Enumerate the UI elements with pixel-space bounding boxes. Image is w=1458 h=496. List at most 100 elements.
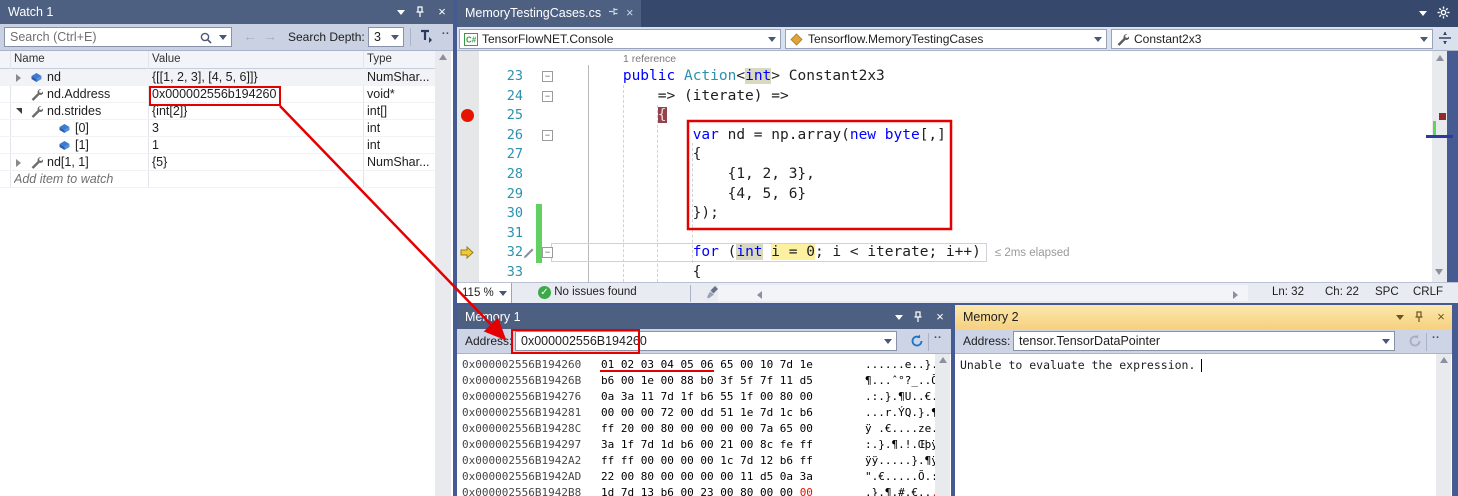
code-line-28[interactable]: {1, 2, 3}, (553, 165, 815, 185)
search-back-icon[interactable]: ← (243, 28, 257, 44)
search-depth-label: Search Depth: (288, 30, 365, 44)
memory-ascii: ÿÿ.....}.¶ÿ (865, 453, 938, 469)
collapse-box-icon[interactable]: − (542, 71, 553, 82)
memory2-scrollbar[interactable] (1436, 354, 1451, 496)
collapse-box-icon[interactable]: − (542, 247, 553, 258)
close-icon[interactable]: × (1434, 310, 1448, 324)
column-value[interactable]: Value (152, 53, 181, 65)
method-wrench-icon (1116, 33, 1130, 45)
editor-statusbar: 115 % ✓ No issues found Ln: 32 Ch: 22 SP… (457, 282, 1458, 303)
memory-address: 0x000002556B1942B8 (462, 485, 581, 496)
editor-scrollbar[interactable] (1432, 51, 1447, 282)
format-specifier-icon[interactable] (417, 28, 435, 49)
watch-row--0-[interactable]: [0]3int (0, 120, 437, 137)
collapse-box-icon[interactable]: − (542, 91, 553, 102)
watch-value: 3 (152, 121, 159, 135)
watch-row-nd-address[interactable]: nd.Address0x000002556b194260void* (0, 86, 437, 103)
search-depth-select[interactable]: 3 (368, 27, 404, 47)
expand-icon[interactable] (16, 74, 21, 82)
member-dropdown[interactable]: Constant2x3 (1111, 29, 1433, 49)
codelens-references[interactable]: 1 reference (623, 53, 676, 65)
tab-close-icon[interactable]: × (626, 0, 633, 27)
code-line-30[interactable]: }); (553, 204, 719, 224)
address-label: Address: (963, 334, 1010, 348)
status-spaces[interactable]: SPC (1375, 286, 1399, 298)
editor-navbar: C# TensorFlowNET.Console Tensorflow.Memo… (457, 27, 1458, 51)
watch-row-nd-1-1-[interactable]: nd[1, 1]{5}NumShar... (0, 154, 437, 171)
pin-icon[interactable] (911, 310, 925, 324)
memory1-titlebar[interactable]: Memory 1 × (457, 305, 951, 329)
memory1-address-input[interactable]: 0x000002556B194260 (515, 331, 897, 351)
add-watch-row[interactable]: Add item to watch (0, 171, 437, 188)
code-line-33[interactable]: { (553, 263, 701, 282)
issues-indicator[interactable]: ✓ No issues found (538, 286, 637, 299)
expand-icon[interactable] (16, 159, 21, 167)
memory-hex-bytes: ff 20 00 80 00 00 00 00 7a 65 00 (601, 421, 813, 437)
collapse-box-icon[interactable]: − (542, 130, 553, 141)
memory2-content[interactable]: Unable to evaluate the expression. (955, 354, 1452, 496)
search-input[interactable]: Search (Ctrl+E) (4, 27, 232, 47)
scroll-down-icon[interactable] (1435, 269, 1443, 275)
close-icon[interactable]: × (933, 310, 947, 324)
status-eol[interactable]: CRLF (1413, 286, 1443, 298)
current-statement-arrow-icon (460, 246, 474, 263)
perftip[interactable]: ≤ 2ms elapsed (995, 247, 1070, 259)
toolbar-overflow-icon[interactable]: .. (442, 25, 450, 37)
type-dropdown[interactable]: Tensorflow.MemoryTestingCases (785, 29, 1107, 49)
code-line-24[interactable]: => (iterate) => (553, 87, 789, 107)
tab-list-caret-icon[interactable] (1419, 11, 1427, 16)
status-column[interactable]: Ch: 22 (1325, 286, 1359, 298)
split-window-icon[interactable] (1438, 31, 1452, 48)
class-icon (790, 33, 804, 45)
scroll-left-icon[interactable] (757, 291, 762, 299)
pin-icon[interactable] (1412, 310, 1426, 324)
memory-address: 0x000002556B194297 (462, 437, 581, 453)
toolbar-overflow-icon[interactable]: .. (1432, 329, 1440, 341)
memory2-titlebar[interactable]: Memory 2 × (955, 305, 1452, 329)
status-line[interactable]: Ln: 32 (1272, 286, 1304, 298)
memory1-scrollbar[interactable] (935, 354, 950, 496)
search-icon[interactable] (199, 31, 213, 47)
watch-grid-header[interactable]: Name Value Type (0, 51, 437, 69)
code-area[interactable]: 1 reference public Action<int> Constant2… (457, 51, 1447, 282)
project-dropdown[interactable]: C# TensorFlowNET.Console (459, 29, 781, 49)
refresh-icon[interactable] (909, 333, 925, 349)
memory1-content[interactable]: 0x000002556B19426001 02 03 04 05 06 65 0… (457, 354, 951, 496)
code-line-27[interactable]: { (553, 145, 701, 165)
code-line-25[interactable]: { (553, 106, 667, 126)
watch-rows: nd{[[1, 2, 3], [4, 5, 6]]}NumShar...nd.A… (0, 69, 437, 171)
horizontal-scrollbar[interactable] (718, 285, 1248, 301)
pin-icon[interactable] (413, 5, 427, 19)
scroll-up-icon[interactable] (439, 54, 447, 60)
collapse-icon[interactable] (16, 108, 22, 114)
code-line-26[interactable]: var nd = np.array(new byte[,] (553, 126, 946, 146)
property-icon (30, 156, 43, 169)
memory2-address-input[interactable]: tensor.TensorDataPointer (1013, 331, 1395, 351)
line-number-28: 28 (479, 165, 523, 185)
watch-row--1-[interactable]: [1]1int (0, 137, 437, 154)
watch-row-nd-strides[interactable]: nd.strides{int[2]}int[] (0, 103, 437, 120)
column-name[interactable]: Name (14, 53, 45, 65)
search-forward-icon[interactable]: → (263, 28, 277, 44)
watch-value: 0x000002556b194260 (152, 87, 276, 101)
editor-options-gear-icon[interactable] (1437, 6, 1450, 22)
close-icon[interactable]: × (435, 5, 449, 19)
window-position-icon[interactable] (895, 315, 903, 320)
memory2-message: Unable to evaluate the expression. (960, 358, 1202, 372)
column-type[interactable]: Type (367, 53, 392, 65)
search-options-caret-icon[interactable] (219, 35, 227, 40)
code-line-23[interactable]: public Action<int> Constant2x3 (553, 67, 885, 87)
window-position-icon[interactable] (1396, 315, 1404, 320)
scroll-right-icon[interactable] (1233, 291, 1238, 299)
tab-memorytestingcases[interactable]: MemoryTestingCases.cs × (457, 0, 641, 27)
watch-scrollbar[interactable] (435, 51, 451, 496)
watch-row-nd[interactable]: nd{[[1, 2, 3], [4, 5, 6]]}NumShar... (0, 69, 437, 86)
memory-hex-bytes: 1d 7d 13 b6 00 23 00 80 00 00 00 (601, 485, 813, 496)
code-line-29[interactable]: {4, 5, 6} (553, 185, 806, 205)
tab-pin-icon[interactable] (608, 0, 619, 27)
watch-titlebar[interactable]: Watch 1 × (0, 0, 453, 24)
window-position-icon[interactable] (397, 10, 405, 15)
toolbar-overflow-icon[interactable]: .. (934, 329, 942, 341)
scroll-up-icon[interactable] (1436, 55, 1444, 61)
zoom-select[interactable]: 115 % (457, 283, 512, 303)
